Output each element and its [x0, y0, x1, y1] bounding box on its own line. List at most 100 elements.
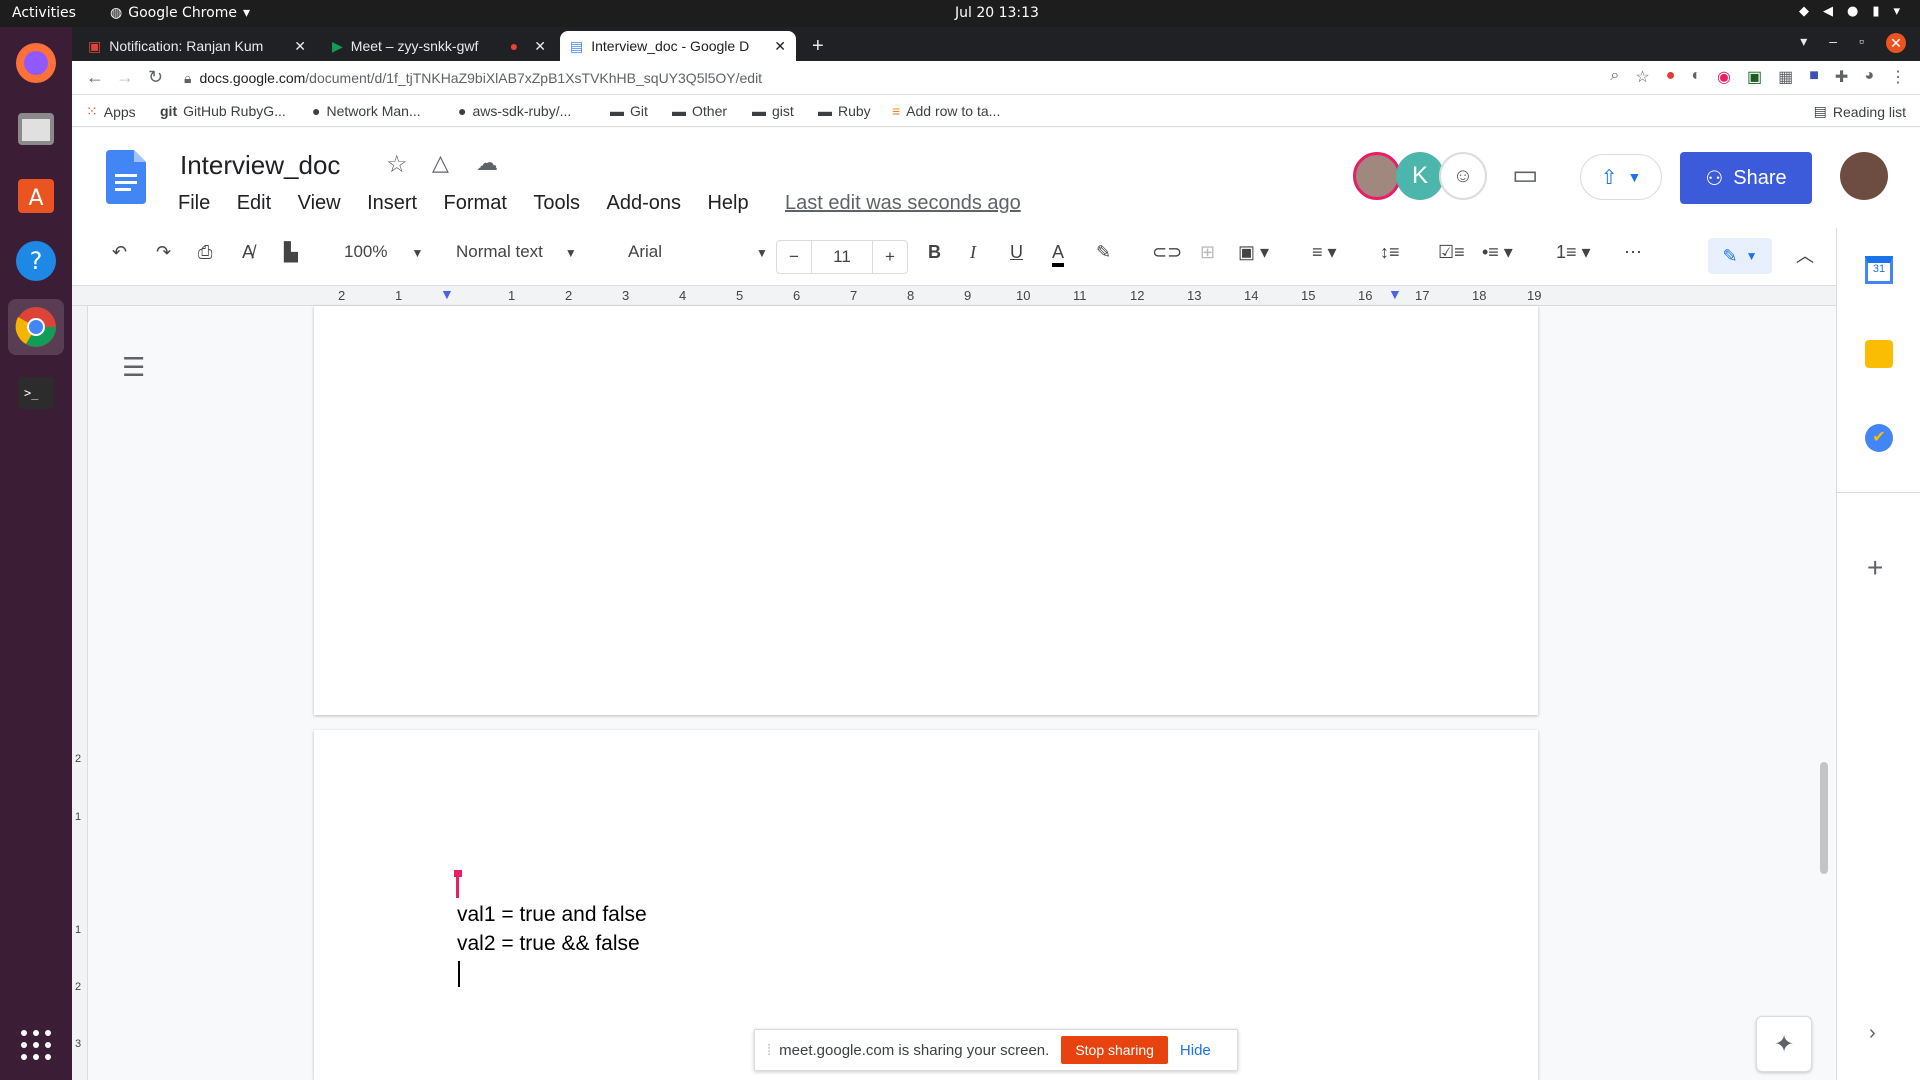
font-size-value[interactable]: 11 [811, 241, 873, 273]
bookmark-folder-gist[interactable]: ▬ gist [752, 103, 794, 119]
print-icon[interactable]: ⎙ [198, 242, 212, 263]
last-edit-link[interactable]: Last edit was seconds ago [785, 192, 1021, 214]
clock[interactable]: Jul 20 13:13 [955, 5, 1039, 21]
text-color-icon[interactable]: A [1052, 242, 1065, 267]
move-to-drive-icon[interactable]: △ [432, 150, 449, 176]
collaborator-avatar[interactable] [1353, 152, 1401, 200]
link-icon[interactable]: ⊂⊃ [1152, 242, 1182, 263]
reload-icon[interactable]: ↻ [148, 67, 163, 88]
font-size-stepper[interactable]: − 11 + [776, 240, 908, 274]
bold-icon[interactable]: B [928, 242, 941, 263]
share-button[interactable]: ⚇ Share [1680, 152, 1812, 204]
present-button[interactable]: ⇧ ▼ [1580, 154, 1662, 200]
bookmark-aws-sdk-ruby[interactable]: ● aws-sdk-ruby/... [458, 103, 571, 119]
keep-icon[interactable] [1865, 340, 1893, 368]
horizontal-ruler[interactable]: 2 1 ▼ 1 2 3 4 5 6 7 8 9 10 11 12 13 14 1… [72, 286, 1836, 306]
beta-extension-icon[interactable]: ▣ [1747, 67, 1762, 87]
highlight-icon[interactable]: ✎ [1096, 242, 1111, 263]
right-indent-marker-icon[interactable]: ▼ [1388, 286, 1402, 302]
document-page-1[interactable] [314, 306, 1538, 715]
url-field[interactable]: 🔒︎ docs.google.com/document/d/1f_tjTNKHa… [184, 66, 762, 90]
new-tab-button[interactable]: + [802, 31, 834, 61]
plus-icon[interactable]: + [873, 247, 907, 267]
back-icon[interactable]: ← [86, 67, 104, 88]
tab-interview-doc[interactable]: ▤ Interview_doc - Google D ✕ [560, 31, 796, 61]
drag-handle-icon[interactable]: ⁞ [767, 1042, 771, 1059]
bookmark-github-rubyg[interactable]: git GitHub RubyG... [160, 103, 286, 119]
software-launcher[interactable]: A [8, 167, 64, 223]
help-launcher[interactable]: ? [8, 233, 64, 289]
add-comment-icon[interactable]: ⊞ [1200, 242, 1215, 263]
menu-insert[interactable]: Insert [367, 192, 417, 214]
redo-icon[interactable]: ↷ [156, 242, 171, 263]
restore-icon[interactable]: ▫ [1859, 33, 1864, 53]
comment-history-icon[interactable]: ▭ [1512, 158, 1538, 191]
kebab-menu-icon[interactable]: ⋮ [1890, 67, 1906, 87]
bookmark-folder-git[interactable]: ▬ Git [610, 103, 648, 119]
numbered-list-icon[interactable]: 1≡ ▾ [1556, 242, 1591, 263]
terminal-launcher[interactable]: >_ [8, 365, 64, 421]
collaborator-avatar-k[interactable]: K [1396, 152, 1444, 200]
hide-button[interactable]: Hide [1180, 1042, 1211, 1059]
insert-image-icon[interactable]: ▣ ▾ [1238, 242, 1269, 263]
bookmark-folder-other[interactable]: ▬ Other [672, 103, 727, 119]
close-window-icon[interactable]: ✕ [1886, 33, 1906, 53]
firefox-launcher[interactable] [8, 35, 64, 91]
vertical-ruler[interactable]: 2 1 1 2 3 [72, 306, 88, 1080]
bookmark-folder-ruby[interactable]: ▬ Ruby [818, 103, 871, 119]
document-line[interactable]: val2 = true && false [457, 932, 640, 956]
get-add-ons-plus-icon[interactable]: + [1867, 552, 1883, 584]
chrome-launcher[interactable] [8, 299, 64, 355]
close-icon[interactable]: ✕ [774, 38, 786, 55]
editing-mode-button[interactable]: ✎ ▼ [1708, 238, 1772, 274]
spellcheck-icon[interactable]: A̸ [242, 242, 254, 263]
star-icon[interactable]: ☆ [386, 150, 408, 179]
document-outline-icon[interactable]: ☰ [122, 352, 145, 383]
left-indent-marker-icon[interactable]: ▼ [440, 286, 454, 302]
chevron-right-icon[interactable]: › [1869, 1022, 1876, 1045]
activities-button[interactable]: Activities [12, 5, 76, 21]
document-title[interactable]: Interview_doc [180, 150, 340, 181]
puzzle-extensions-icon[interactable]: ✚ [1835, 67, 1848, 87]
menu-file[interactable]: File [178, 192, 210, 214]
explore-button[interactable]: ✦ [1756, 1016, 1812, 1072]
document-line[interactable]: val1 = true and false [457, 903, 647, 927]
bookmark-network-man[interactable]: ● Network Man... [312, 103, 421, 119]
font-select[interactable]: Arial ▼ [628, 242, 768, 262]
anonymous-viewers-icon[interactable]: ☺ [1439, 152, 1487, 200]
stop-sharing-button[interactable]: Stop sharing [1061, 1036, 1168, 1064]
extension-icon[interactable]: ■ [1809, 67, 1819, 87]
minus-icon[interactable]: − [777, 247, 811, 267]
tab-meet[interactable]: ▶ Meet – zyy-snkk-gwf ● ✕ [322, 31, 556, 61]
undo-icon[interactable]: ↶ [112, 242, 127, 263]
bookmark-apps[interactable]: ⁙ Apps [86, 103, 136, 120]
menu-add-ons[interactable]: Add-ons [607, 192, 682, 214]
menu-format[interactable]: Format [444, 192, 507, 214]
close-icon[interactable]: ✕ [534, 38, 546, 55]
bulleted-list-icon[interactable]: •≡ ▾ [1482, 242, 1513, 263]
account-avatar[interactable] [1840, 152, 1888, 200]
paragraph-style-select[interactable]: Normal text ▼ [456, 242, 577, 262]
zoom-select[interactable]: 100% ▼ [344, 242, 423, 262]
files-launcher[interactable] [8, 101, 64, 157]
cloud-saved-icon[interactable]: ☁ [476, 150, 498, 176]
zoom-icon[interactable]: ⌕ [1610, 67, 1619, 87]
profile-avatar[interactable]: ◕ [1864, 67, 1874, 87]
bookmark-star-icon[interactable]: ☆ [1635, 67, 1649, 87]
bookmark-add-row[interactable]: ≡ Add row to ta... [892, 103, 1000, 119]
paint-format-icon[interactable]: ▙ [284, 242, 298, 263]
reading-list-button[interactable]: ▤ Reading list [1814, 103, 1906, 120]
tab-notification[interactable]: ▣ Notification: Ranjan Kum ✕ [78, 31, 316, 61]
menu-tools[interactable]: Tools [533, 192, 580, 214]
extension-icon[interactable]: ◐ [1691, 67, 1701, 87]
collapse-menus-icon[interactable]: ︿ [1796, 242, 1814, 268]
menu-view[interactable]: View [298, 192, 341, 214]
tasks-icon[interactable]: ✔ [1865, 424, 1893, 452]
align-icon[interactable]: ≡ ▾ [1312, 242, 1337, 263]
more-icon[interactable]: ⋯ [1624, 242, 1642, 263]
checklist-icon[interactable]: ☑≡ [1438, 242, 1465, 263]
menu-help[interactable]: Help [707, 192, 748, 214]
show-apps-button[interactable] [8, 1017, 64, 1073]
underline-icon[interactable]: U [1010, 242, 1023, 263]
calendar-icon[interactable]: 31 [1865, 256, 1893, 284]
